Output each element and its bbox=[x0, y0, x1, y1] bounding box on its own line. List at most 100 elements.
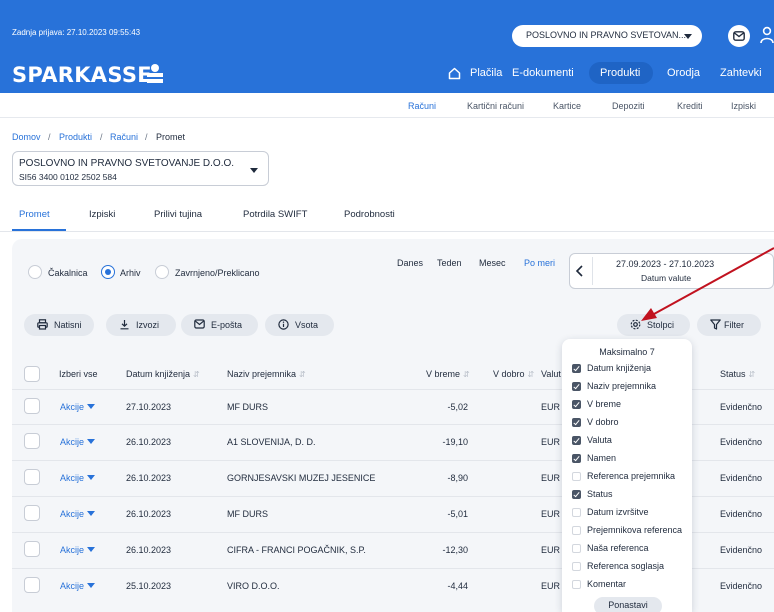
breadcrumb-racuni[interactable]: Računi bbox=[110, 132, 138, 142]
column-header-recipient[interactable]: Naziv prejemnika ⇵ bbox=[227, 369, 306, 379]
column-option-label: Komentar bbox=[587, 579, 627, 589]
breadcrumb-domov[interactable]: Domov bbox=[12, 132, 41, 142]
period-teden[interactable]: Teden bbox=[437, 258, 462, 268]
sum-button-label: Vsota bbox=[295, 320, 319, 330]
sum-button[interactable]: Vsota bbox=[265, 314, 334, 336]
checkbox-unchecked[interactable] bbox=[572, 526, 581, 535]
breadcrumb-separator: / bbox=[145, 132, 148, 142]
select-all-checkbox[interactable] bbox=[24, 366, 40, 382]
mail-icon[interactable] bbox=[728, 25, 750, 47]
column-option-label: V breme bbox=[587, 399, 622, 409]
row-actions-button[interactable]: Akcije bbox=[60, 402, 96, 412]
app-window: Zadnja prijava: 27.10.2023 09:55:43 POSL… bbox=[0, 0, 774, 612]
checkbox-unchecked[interactable] bbox=[572, 508, 581, 517]
row-checkbox[interactable] bbox=[24, 577, 40, 593]
checkbox-unchecked[interactable] bbox=[572, 472, 581, 481]
period-po-meri[interactable]: Po meri bbox=[524, 258, 555, 268]
row-date: 27.10.2023 bbox=[126, 402, 172, 412]
print-button[interactable]: Natisni bbox=[24, 314, 94, 336]
tab-promet[interactable]: Promet bbox=[19, 209, 50, 220]
row-checkbox[interactable] bbox=[24, 398, 40, 414]
row-status: Evidenčno bbox=[720, 473, 763, 483]
checkbox-checked[interactable] bbox=[572, 400, 581, 409]
row-actions-button[interactable]: Akcije bbox=[60, 509, 96, 519]
radio-arhiv[interactable] bbox=[101, 265, 115, 279]
main-nav-produkti[interactable]: Produkti bbox=[600, 67, 640, 79]
checkbox-checked[interactable] bbox=[572, 490, 581, 499]
checkbox-unchecked[interactable] bbox=[572, 544, 581, 553]
main-nav-placila[interactable]: Plačila bbox=[470, 67, 502, 79]
caret-down-icon bbox=[87, 547, 96, 552]
checkbox-unchecked[interactable] bbox=[572, 562, 581, 571]
checkbox-checked[interactable] bbox=[572, 454, 581, 463]
main-nav-orodja[interactable]: Orodja bbox=[667, 67, 700, 79]
info-icon bbox=[278, 319, 289, 330]
columns-button[interactable]: Stolpci bbox=[617, 314, 690, 336]
subnav-izpiski[interactable]: Izpiski bbox=[731, 101, 756, 111]
tab-izpiski[interactable]: Izpiski bbox=[89, 209, 115, 220]
subnav-depoziti[interactable]: Depoziti bbox=[612, 101, 645, 111]
row-debit: -8,90 bbox=[447, 473, 468, 483]
row-status: Evidenčno bbox=[720, 509, 763, 519]
row-checkbox[interactable] bbox=[24, 541, 40, 557]
subnav-krediti[interactable]: Krediti bbox=[677, 101, 703, 111]
last-login-text: Zadnja prijava: 27.10.2023 09:55:43 bbox=[12, 28, 141, 37]
row-checkbox[interactable] bbox=[24, 469, 40, 485]
checkbox-checked[interactable] bbox=[572, 382, 581, 391]
column-header-debit-label: V breme bbox=[426, 369, 461, 379]
sparkasse-logo-mark bbox=[147, 64, 163, 84]
row-actions-button[interactable]: Akcije bbox=[60, 581, 96, 591]
main-nav-e-dokumenti[interactable]: E-dokumenti bbox=[512, 67, 574, 79]
row-checkbox[interactable] bbox=[24, 433, 40, 449]
user-icon[interactable] bbox=[760, 26, 774, 44]
period-mesec[interactable]: Mesec bbox=[479, 258, 506, 268]
radio-zavrnjeno-preklicano[interactable] bbox=[155, 265, 169, 279]
tab-podrobnosti[interactable]: Podrobnosti bbox=[344, 209, 395, 220]
subnav-racuni[interactable]: Računi bbox=[408, 101, 436, 111]
chevron-left-icon[interactable] bbox=[572, 262, 588, 280]
email-button[interactable]: E-pošta bbox=[181, 314, 258, 336]
caret-down-icon bbox=[87, 583, 96, 588]
tab-prilivi-tujina[interactable]: Prilivi tujina bbox=[154, 209, 202, 220]
column-option-label: Referenca prejemnika bbox=[587, 471, 676, 481]
row-actions-button[interactable]: Akcije bbox=[60, 473, 96, 483]
column-header-status[interactable]: Status ⇵ bbox=[720, 369, 755, 379]
checkbox-unchecked[interactable] bbox=[572, 580, 581, 589]
row-recipient: MF DURS bbox=[227, 402, 268, 412]
row-actions-button[interactable]: Akcije bbox=[60, 545, 96, 555]
column-header-credit[interactable]: V dobro ⇵ bbox=[493, 369, 534, 379]
checkbox-checked[interactable] bbox=[572, 418, 581, 427]
row-recipient: CIFRA - FRANCI POGAČNIK, S.P. bbox=[227, 545, 366, 555]
column-option-label: V dobro bbox=[587, 417, 619, 427]
row-checkbox[interactable] bbox=[24, 505, 40, 521]
row-actions-label: Akcije bbox=[60, 402, 85, 412]
row-actions-label: Akcije bbox=[60, 581, 85, 591]
row-actions-button[interactable]: Akcije bbox=[60, 437, 96, 447]
export-button[interactable]: Izvozi bbox=[106, 314, 176, 336]
tab-potrdila-swift[interactable]: Potrdila SWIFT bbox=[243, 209, 307, 220]
checkbox-checked[interactable] bbox=[572, 364, 581, 373]
column-header-debit[interactable]: V breme ⇵ bbox=[426, 369, 470, 379]
breadcrumb-produkti[interactable]: Produkti bbox=[59, 132, 92, 142]
subnav-kartice[interactable]: Kartice bbox=[553, 101, 581, 111]
subnav-karticni-racuni[interactable]: Kartični računi bbox=[467, 101, 524, 111]
filter-button[interactable]: Filter bbox=[697, 314, 761, 336]
main-nav-zahtevki[interactable]: Zahtevki bbox=[720, 67, 762, 79]
column-header-booking-date[interactable]: Datum knjiženja ⇵ bbox=[126, 369, 200, 379]
company-select[interactable]: POSLOVNO IN PRAVNO SVETOVAN... bbox=[512, 25, 702, 47]
sparkasse-logo[interactable]: SPARKASSE bbox=[12, 63, 152, 87]
row-recipient: GORNJESAVSKI MUZEJ JESENICE bbox=[227, 473, 376, 483]
checkbox-checked[interactable] bbox=[572, 436, 581, 445]
column-header-currency[interactable]: Valut bbox=[541, 369, 561, 379]
row-currency: EUR bbox=[541, 581, 561, 591]
period-danes[interactable]: Danes bbox=[397, 258, 423, 268]
radio-cakalnica[interactable] bbox=[28, 265, 42, 279]
home-icon[interactable] bbox=[448, 67, 461, 80]
mail-icon bbox=[194, 319, 205, 329]
account-select[interactable]: POSLOVNO IN PRAVNO SVETOVANJE D.O.O. SI5… bbox=[12, 151, 269, 186]
sort-icon: ⇵ bbox=[463, 370, 470, 379]
download-icon bbox=[120, 320, 129, 330]
column-option-label: Status bbox=[587, 489, 613, 499]
sort-icon: ⇵ bbox=[748, 370, 756, 379]
reset-columns-button[interactable]: Ponastavi bbox=[594, 597, 662, 612]
